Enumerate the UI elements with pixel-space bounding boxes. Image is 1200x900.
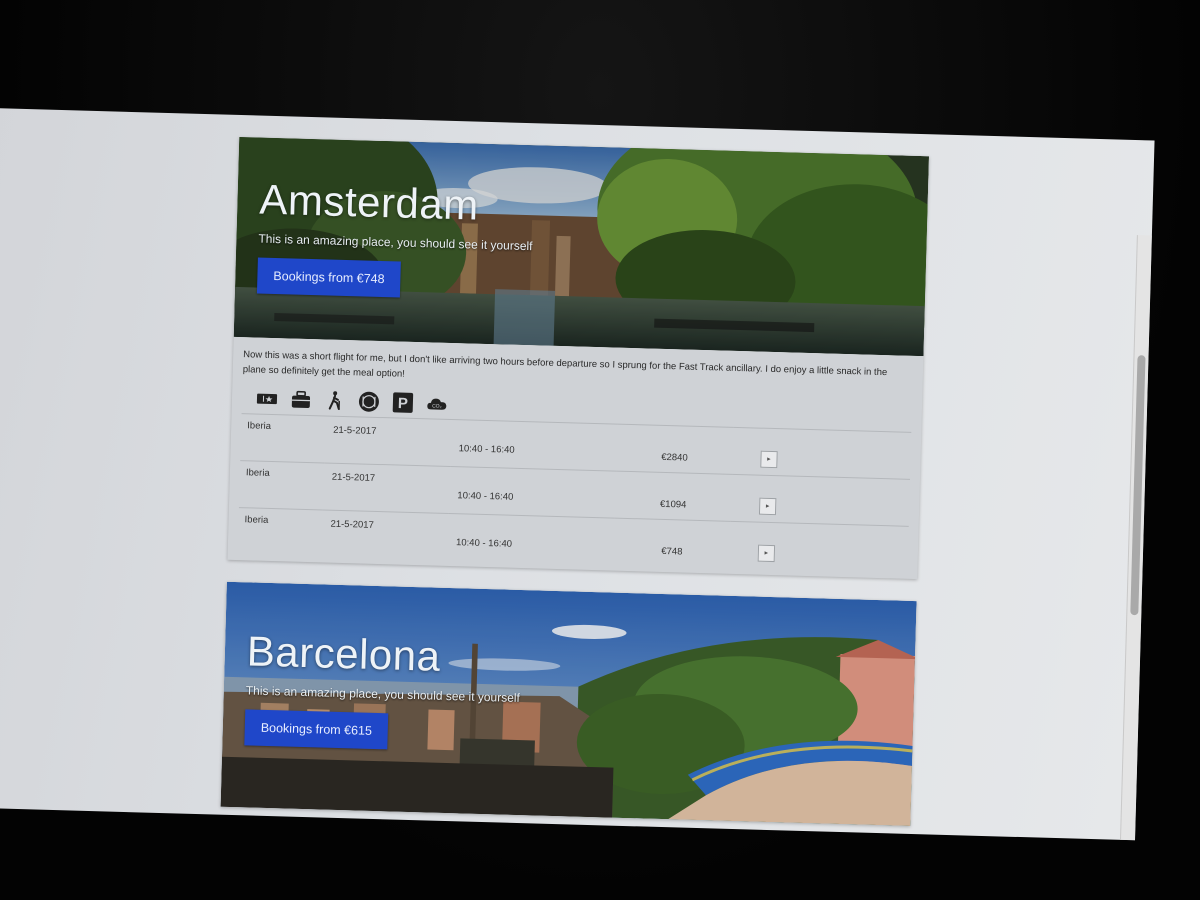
scrollbar-thumb[interactable]: [1130, 355, 1146, 616]
airline-cell: Iberia: [238, 460, 325, 510]
co2-label: CO₂: [432, 403, 442, 409]
flights-table: Iberia 21-5-2017 10:40 - 16:40 €2840 ▸ I…: [237, 413, 912, 573]
city-tagline: This is an amazing place, you should see…: [258, 231, 533, 254]
date-cell: 21-5-2017: [321, 509, 449, 560]
meal-icon: [358, 390, 381, 413]
parking-letter: P: [398, 395, 408, 412]
page-scrollbar[interactable]: [1120, 235, 1152, 841]
action-cell: ▸: [729, 521, 909, 573]
walking-traveler-icon: [324, 389, 347, 412]
city-title: Amsterdam: [258, 175, 480, 229]
city-tagline: This is an amazing place, you should see…: [245, 683, 521, 706]
select-flight-button[interactable]: ▸: [760, 450, 778, 468]
action-cell: ▸: [732, 427, 912, 480]
price-cell: €748: [613, 518, 731, 568]
date-cell: 21-5-2017: [322, 462, 451, 514]
action-cell: ▸: [730, 474, 910, 527]
airline-cell: Iberia: [237, 507, 323, 557]
price-cell: €1094: [614, 471, 733, 522]
luggage-icon: [290, 388, 313, 411]
parking-icon: P: [392, 391, 415, 414]
destination-card-barcelona: Barcelona This is an amazing place, you …: [220, 581, 917, 826]
date-cell: 21-5-2017: [324, 415, 452, 467]
time-cell: 10:40 - 16:40: [450, 419, 618, 472]
select-flight-button[interactable]: ▸: [757, 544, 776, 562]
destinations-list: Amsterdam This is an amazing place, you …: [218, 136, 930, 841]
price-cell: €2840: [616, 424, 734, 475]
destination-card-amsterdam: Amsterdam This is an amazing place, you …: [227, 136, 930, 580]
review-text: Now this was a short flight for me, but …: [242, 349, 888, 380]
city-title: Barcelona: [246, 627, 442, 680]
bookings-button-amsterdam[interactable]: Bookings from €748: [256, 257, 402, 298]
hero-content-barcelona: Barcelona This is an amazing place, you …: [244, 627, 521, 753]
hero-banner-amsterdam: Amsterdam This is an amazing place, you …: [233, 136, 930, 357]
photo-stage: Amsterdam This is an amazing place, you …: [0, 0, 1200, 900]
card-body-amsterdam: Now this was a short flight for me, but …: [227, 337, 923, 579]
partial-destination-photo: [218, 828, 910, 841]
time-cell: 10:40 - 16:40: [447, 513, 615, 565]
co2-cloud-icon: CO₂: [426, 392, 449, 415]
ticket-icon: [256, 388, 279, 411]
airline-cell: Iberia: [240, 413, 326, 463]
bookings-button-barcelona[interactable]: Bookings from €615: [244, 709, 389, 750]
hero-banner-barcelona: Barcelona This is an amazing place, you …: [220, 581, 917, 826]
hero-content-amsterdam: Amsterdam This is an amazing place, you …: [256, 175, 534, 302]
time-cell: 10:40 - 16:40: [448, 466, 617, 519]
select-flight-button[interactable]: ▸: [758, 497, 777, 515]
browser-viewport: Amsterdam This is an amazing place, you …: [0, 108, 1155, 841]
destination-card-partial: [218, 828, 910, 841]
